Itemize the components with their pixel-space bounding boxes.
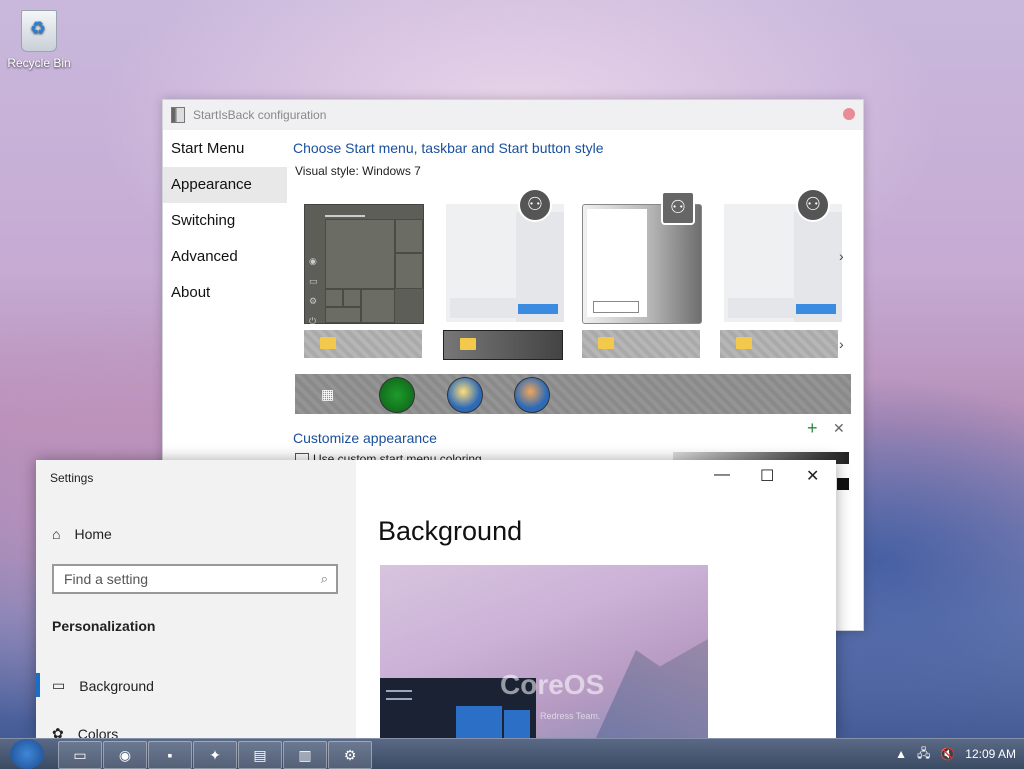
user-avatar-icon: ⚇: [796, 188, 830, 222]
startisback-title: StartIsBack configuration: [193, 108, 327, 122]
start-style-windows7-light[interactable]: ⚇: [446, 188, 564, 322]
volume-icon[interactable]: 🔇: [940, 747, 955, 761]
startisback-titlebar[interactable]: StartIsBack configuration: [163, 100, 863, 130]
next-taskbar-arrow[interactable]: ›: [839, 336, 844, 352]
search-icon: ⌕: [320, 571, 328, 586]
taskbar-style-4[interactable]: [720, 330, 838, 358]
chrome-icon[interactable]: ◉: [103, 741, 147, 769]
folder-icon: [598, 337, 614, 349]
cmd-icon[interactable]: ▪: [148, 741, 192, 769]
clock[interactable]: 12:09 AM: [965, 747, 1016, 761]
folder-icon: [320, 337, 336, 349]
system-tray: ▲ 🖧 🔇 12:09 AM: [895, 739, 1016, 769]
nav-background[interactable]: ▭ Background: [52, 677, 154, 694]
thumb-tile: [395, 253, 423, 289]
gear-icon[interactable]: ⚙: [328, 741, 372, 769]
settings-window: Settings ⌂ Home Find a setting ⌕ Persona…: [36, 460, 836, 742]
tray-arrow-icon[interactable]: ▲: [895, 747, 907, 761]
nav-start-menu[interactable]: Start Menu: [163, 131, 287, 167]
remove-icon[interactable]: ✕: [833, 420, 845, 437]
thumb-tile: [361, 289, 395, 323]
thumb-shutdown-button: [796, 304, 836, 314]
thumb-tile: [325, 219, 395, 289]
home-icon: ⌂: [52, 526, 61, 542]
taskbar: ▭ ◉ ▪ ✦ ▤ ▥ ⚙ ▲ 🖧 🔇 12:09 AM: [0, 738, 1024, 769]
start-orb-green[interactable]: [379, 377, 415, 413]
settings-home[interactable]: ⌂ Home: [52, 526, 112, 542]
user-avatar-icon: ⚇: [518, 188, 552, 222]
visual-style-line: Visual style: Windows 7: [295, 164, 421, 178]
settings-sidebar: Settings ⌂ Home Find a setting ⌕ Persona…: [36, 460, 356, 742]
nav-switching[interactable]: Switching: [163, 203, 287, 239]
taskbar-style-2[interactable]: [443, 330, 563, 360]
style-heading: Choose Start menu, taskbar and Start but…: [293, 140, 604, 156]
thumb-shutdown-button: [518, 304, 558, 314]
settings-search-input[interactable]: Find a setting ⌕: [52, 564, 338, 594]
thumb-search-box: [593, 301, 639, 313]
visual-style-label: Visual style:: [295, 164, 359, 178]
startisback-app-icon: [171, 107, 185, 123]
recycle-bin-icon: [21, 10, 57, 52]
thumb-tile: [325, 289, 343, 307]
nav-appearance[interactable]: Appearance: [163, 167, 287, 203]
thumb-tile: [343, 289, 361, 307]
taskbar-style-1[interactable]: [304, 330, 422, 358]
preview-tile: [456, 706, 502, 738]
recycle-bin-label: Recycle Bin: [7, 56, 71, 70]
start-button-strip: ▦: [295, 374, 851, 414]
thumb-tile: [395, 219, 423, 253]
folder-icon: [736, 337, 752, 349]
notepad-icon[interactable]: ▤: [238, 741, 282, 769]
start-style-windows7-plain[interactable]: ⚇: [724, 188, 842, 322]
selected-indicator: [36, 673, 40, 697]
start-orb-icon[interactable]: [10, 739, 44, 769]
start-orb-windows-classic[interactable]: [514, 377, 550, 413]
folder-icon: [460, 338, 476, 350]
nav-advanced[interactable]: Advanced: [163, 239, 287, 275]
settings-title: Settings: [50, 471, 94, 485]
preview-subtitle: Redress Team.: [540, 711, 601, 721]
search-placeholder: Find a setting: [64, 571, 149, 587]
preview-tile: [504, 710, 530, 738]
nav-about[interactable]: About: [163, 275, 287, 311]
next-style-arrow[interactable]: ›: [839, 248, 844, 264]
start-orb-windows7[interactable]: [447, 377, 483, 413]
windows10-button-icon[interactable]: ▦: [321, 386, 334, 403]
start-style-windows10[interactable]: ◉ ▭ ⚙ ⏻: [304, 204, 424, 326]
user-avatar-icon: ⚇: [661, 191, 695, 225]
startisback-nav: Start Menu Appearance Switching Advanced…: [163, 131, 287, 311]
thumb-tile: [325, 307, 361, 323]
close-icon[interactable]: [843, 108, 855, 120]
home-label: Home: [74, 526, 112, 542]
startisback-taskbar-icon[interactable]: ▥: [283, 741, 327, 769]
recycle-bin[interactable]: Recycle Bin: [6, 8, 72, 70]
thumb-title-bar: [325, 215, 365, 217]
nav-background-label: Background: [79, 677, 154, 694]
explorer-icon[interactable]: ▭: [58, 741, 102, 769]
start-style-windows7-glass[interactable]: ⚇: [582, 191, 702, 324]
taskbar-style-3[interactable]: [582, 330, 700, 358]
thumb-side-icons: ◉ ▭ ⚙ ⏻: [309, 256, 318, 326]
preview-line: [386, 690, 412, 692]
network-icon[interactable]: 🖧: [917, 744, 930, 765]
add-icon[interactable]: +: [807, 418, 818, 439]
picture-icon: ▭: [52, 677, 66, 693]
close-button[interactable]: ✕: [806, 466, 819, 486]
preview-title: CoreOS: [500, 669, 605, 700]
preview-line: [386, 698, 412, 700]
customize-heading: Customize appearance: [293, 430, 437, 446]
minimize-icon[interactable]: —: [714, 466, 730, 484]
color-swatch[interactable]: [837, 478, 849, 490]
personalization-heading: Personalization: [52, 618, 156, 634]
page-title: Background: [378, 516, 523, 546]
visual-style-value: Windows 7: [362, 164, 421, 178]
control-panel-icon[interactable]: ✦: [193, 741, 237, 769]
background-preview: CoreOS Redress Team.: [380, 565, 708, 738]
maximize-icon[interactable]: ☐: [760, 466, 774, 486]
